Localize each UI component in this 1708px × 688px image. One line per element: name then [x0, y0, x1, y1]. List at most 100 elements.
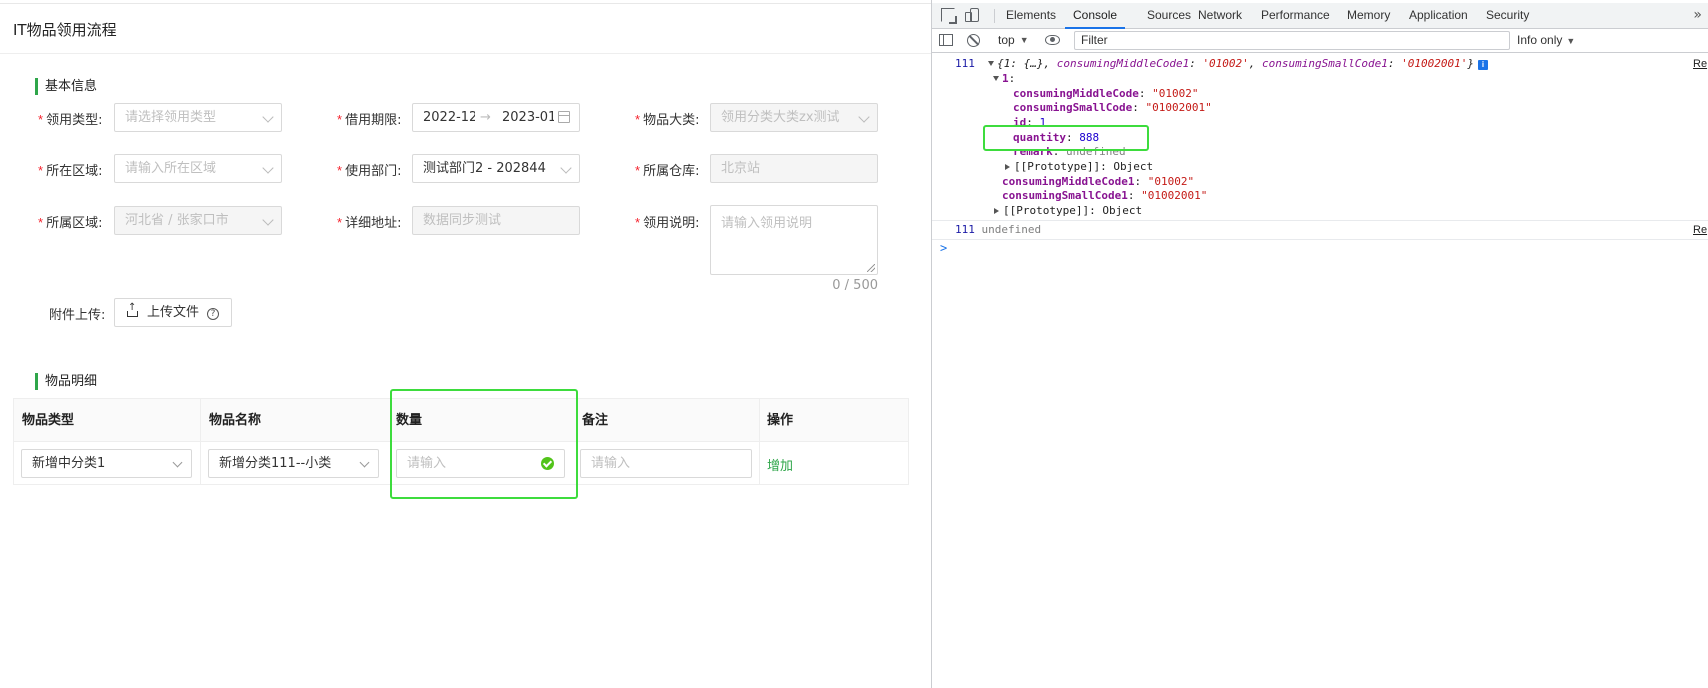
property-key: id [1013, 116, 1027, 129]
property-key: remark [1013, 145, 1053, 158]
upload-file-button[interactable]: 上传文件? [114, 298, 233, 327]
department-value: 测试部门2 - 202844 [423, 161, 546, 176]
log-level-select[interactable]: Info only ▼ [1517, 31, 1575, 51]
console-toolbar: top ▼ Filter Info only ▼ [932, 29, 1708, 53]
property-value: undefined [1066, 145, 1126, 158]
show-sidebar-icon[interactable] [939, 34, 953, 46]
item-type-select[interactable]: 新增中分类1 [21, 449, 192, 478]
property-value: Object [1113, 160, 1154, 173]
message-divider [932, 239, 1708, 240]
source-link[interactable]: Re [1693, 57, 1708, 71]
title-divider [0, 53, 931, 54]
more-tabs-button[interactable]: » [1693, 3, 1702, 28]
remark-input[interactable]: 请输入 [580, 449, 752, 478]
repeat-count: 111 [955, 223, 975, 236]
borrow-period-start[interactable]: 2022-12 [423, 104, 475, 131]
chevron-down-icon [262, 162, 274, 174]
expand-triangle-icon[interactable] [988, 61, 995, 66]
info-icon[interactable]: i [1478, 60, 1488, 70]
tab-network[interactable]: Network [1198, 3, 1242, 29]
description-label: * 领用说明: [635, 212, 699, 231]
tab-security[interactable]: Security [1486, 3, 1529, 29]
property-key: [[Prototype]] [1014, 160, 1101, 173]
context-select[interactable]: top ▼ [998, 31, 1029, 50]
object-property-expanded[interactable]: 1: [993, 72, 1015, 86]
required-mark: * [38, 163, 44, 178]
property-key: 1 [1002, 72, 1009, 85]
inspect-element-icon[interactable] [941, 8, 957, 24]
description-label-text: 领用说明: [643, 216, 700, 231]
clear-console-icon[interactable] [967, 34, 980, 47]
help-icon[interactable]: ? [207, 308, 220, 320]
quantity-input[interactable]: 请输入 [396, 449, 565, 478]
tab-application[interactable]: Application [1409, 3, 1468, 29]
property-value: "01002" [1147, 175, 1195, 188]
prototype-property[interactable]: [[Prototype]]: Object [994, 204, 1142, 218]
check-circle-icon [541, 457, 554, 470]
summary-suffix: } [1467, 57, 1474, 70]
collect-type-placeholder: 请选择领用类型 [125, 110, 217, 125]
region-placeholder: 请输入所在区域 [125, 161, 217, 176]
description-textarea[interactable]: 请输入领用说明 [710, 205, 878, 275]
property-key: quantity [1013, 131, 1066, 144]
property-key: consumingMiddleCode [1013, 87, 1139, 100]
table-header: 物品类型 物品名称 数量 备注 操作 [14, 399, 908, 442]
property-value: 888 [1079, 131, 1100, 144]
console-filter-input[interactable]: Filter [1074, 31, 1510, 50]
department-select[interactable]: 测试部门2 - 202844 [412, 154, 580, 183]
item-name-select[interactable]: 新增分类111--小类 [208, 449, 379, 478]
required-mark: * [635, 215, 641, 230]
object-property: consumingSmallCode: "01002001" [1013, 101, 1212, 114]
column-header-remark: 备注 [578, 399, 760, 442]
device-toolbar-icon[interactable] [965, 8, 979, 22]
quantity-placeholder: 请输入 [407, 456, 447, 471]
belong-area-cascader: 河北省 / 张家口市 [114, 206, 282, 235]
prototype-property[interactable]: [[Prototype]]: Object [1005, 160, 1153, 174]
page-title: IT物品领用流程 [13, 21, 117, 39]
property-value: 1 [1039, 116, 1047, 129]
item-category-label: * 物品大类: [635, 109, 699, 128]
item-detail-section-title: 物品明细 [35, 373, 97, 390]
calendar-icon [558, 111, 570, 123]
property-key: consumingSmallCode [1013, 101, 1133, 114]
description-char-counter: 0 / 500 [832, 278, 878, 293]
object-property: quantity: 888 [1013, 131, 1100, 144]
expand-triangle-icon[interactable] [994, 208, 999, 214]
address-input: 数据同步测试 [412, 206, 580, 235]
region-select[interactable]: 请输入所在区域 [114, 154, 282, 183]
upload-file-button-label: 上传文件 [147, 305, 200, 320]
required-mark: * [635, 163, 641, 178]
tab-console[interactable]: Console [1065, 3, 1126, 29]
summary-value: '01002' [1202, 57, 1249, 70]
object-property: consumingSmallCode1: "01002001" [1002, 189, 1208, 202]
source-link[interactable]: Re [1693, 223, 1708, 237]
tab-elements[interactable]: Elements [1006, 3, 1056, 29]
required-mark: * [635, 112, 641, 127]
summary-key: consumingSmallCode1 [1262, 57, 1388, 70]
console-prompt[interactable]: > [940, 241, 947, 255]
expand-triangle-icon[interactable] [993, 76, 999, 81]
item-category-select: 领用分类大类zx测试 [710, 103, 878, 132]
tab-performance[interactable]: Performance [1261, 3, 1330, 29]
item-detail-table: 物品类型 物品名称 数量 备注 操作 新增中分类1 新增分类111--小类 请输… [13, 398, 909, 485]
devtools-panel: Elements Console Sources Network Perform… [931, 0, 1708, 688]
resize-handle-icon[interactable] [867, 264, 875, 272]
address-label-text: 详细地址: [345, 216, 402, 231]
tab-memory[interactable]: Memory [1347, 3, 1390, 29]
belong-area-label: * 所属区域: [38, 212, 102, 231]
caret-down-icon: ▼ [1566, 36, 1576, 46]
summary-key: consumingMiddleCode1 [1056, 57, 1190, 70]
tab-sources[interactable]: Sources [1147, 3, 1191, 29]
object-property: remark: undefined [1013, 145, 1126, 158]
summary-prefix: {1: {…}, [997, 57, 1057, 70]
chevron-down-icon [172, 457, 183, 468]
borrow-period-range-picker[interactable]: 2022-12 → 2023-01 [412, 103, 580, 132]
expand-triangle-icon[interactable] [1005, 164, 1010, 170]
add-row-link[interactable]: 增加 [767, 455, 793, 474]
live-expression-eye-icon[interactable] [1045, 35, 1060, 45]
belong-area-value: 河北省 / 张家口市 [125, 213, 229, 228]
collect-type-select[interactable]: 请选择领用类型 [114, 103, 282, 132]
console-log-entry[interactable]: 111 {1: {…}, consumingMiddleCode1: '0100… [955, 57, 1488, 71]
description-placeholder: 请输入领用说明 [721, 216, 813, 231]
borrow-period-end[interactable]: 2023-01 [502, 104, 554, 131]
